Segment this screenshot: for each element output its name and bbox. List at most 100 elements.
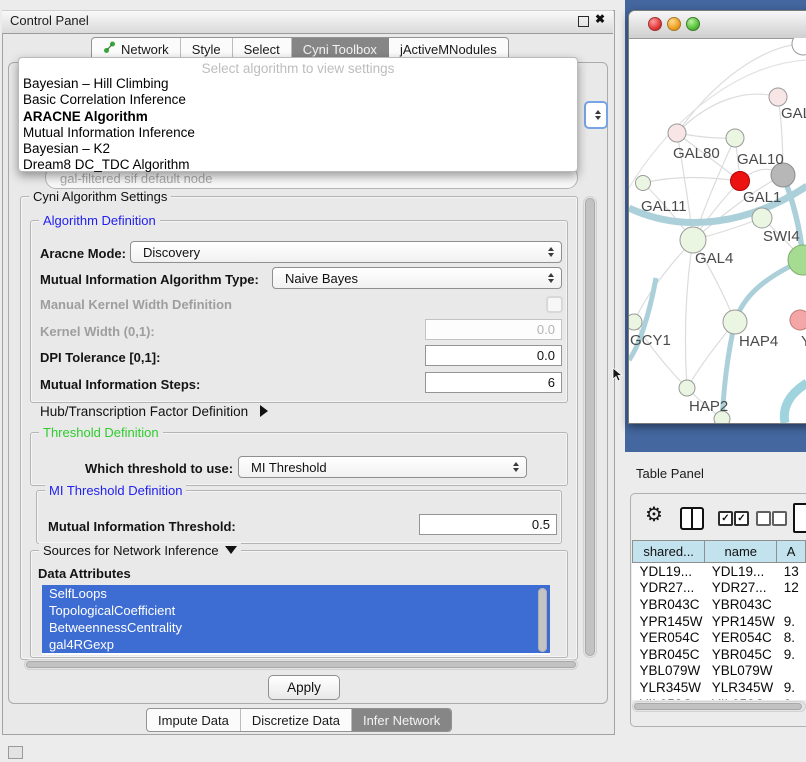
algorithm-combo-fragment[interactable] <box>584 101 608 129</box>
algorithm-option-mutual-information-inference[interactable]: Mutual Information Inference <box>23 125 573 141</box>
table-cell[interactable]: YIL052C <box>633 696 705 700</box>
mi-steps-field[interactable]: 6 <box>425 372 562 393</box>
table-row[interactable]: YLR345WYLR345W9. <box>633 679 806 696</box>
network-node-gal80[interactable] <box>668 124 686 142</box>
algorithm-option-bayesian-hill-climbing[interactable]: Bayesian – Hill Climbing <box>23 76 573 92</box>
mi-algorithm-type-combo[interactable]: Naive Bayes <box>272 267 562 289</box>
settings-horizontal-scrollbar[interactable] <box>24 659 578 670</box>
network-graph-canvas[interactable]: GALGAL80GAL10GAL1GAL11SWI4GAL4GCY1HAP4YH… <box>629 38 806 424</box>
deselect-all-checkbox-icon-2[interactable] <box>772 511 787 526</box>
which-threshold-combo[interactable]: MI Threshold <box>238 456 527 478</box>
table-cell[interactable]: 9. <box>777 679 806 696</box>
algorithm-option-bayesian-k2[interactable]: Bayesian – K2 <box>23 141 573 157</box>
close-window-icon[interactable] <box>648 17 662 31</box>
network-node[interactable] <box>792 38 806 55</box>
deselect-all-checkbox-icon-1[interactable] <box>756 511 771 526</box>
network-edge[interactable] <box>685 240 693 388</box>
table-cell[interactable]: YLR345W <box>633 679 705 696</box>
table-cell[interactable]: YBR045C <box>705 646 777 663</box>
table-horizontal-scrollbar[interactable] <box>632 701 806 712</box>
attribute-item-topologicalcoefficient[interactable]: TopologicalCoefficient <box>42 602 550 619</box>
network-window-titlebar[interactable] <box>629 11 806 39</box>
settings-vertical-scrollbar[interactable] <box>583 196 597 658</box>
minimize-window-icon[interactable] <box>667 17 681 31</box>
aracne-mode-combo[interactable]: Discovery <box>130 241 562 263</box>
kernel-width-field[interactable]: 0.0 <box>425 319 562 340</box>
table-row[interactable]: YIL052CYIL052C9. <box>633 696 806 700</box>
table-row[interactable]: YBR043CYBR043C <box>633 596 806 613</box>
network-node-swi4[interactable] <box>752 208 772 228</box>
attribute-item-gal4rgexp[interactable]: gal4RGexp <box>42 636 550 653</box>
table-cell[interactable]: YER054C <box>633 629 705 646</box>
attributes-list-scrollbar[interactable] <box>538 588 547 652</box>
document-icon[interactable] <box>793 503 806 533</box>
algorithm-option-dream8-dc-tdc-algorithm[interactable]: Dream8 DC_TDC Algorithm <box>23 157 573 173</box>
tab-impute-data[interactable]: Impute Data <box>147 709 241 731</box>
column-header-shared-[interactable]: shared... <box>633 541 705 563</box>
column-header-name[interactable]: name <box>705 541 777 563</box>
table-row[interactable]: YBR045CYBR045C9. <box>633 646 806 663</box>
select-all-checkbox-icon-1[interactable]: ✓ <box>718 511 733 526</box>
table-cell[interactable]: YPR145W <box>705 613 777 630</box>
tab-infer-network[interactable]: Infer Network <box>352 709 451 731</box>
attribute-item-betweennesscentrality[interactable]: BetweennessCentrality <box>42 619 550 636</box>
table-cell[interactable]: YDR27... <box>705 580 777 597</box>
close-icon[interactable]: ✖ <box>595 12 605 26</box>
table-cell[interactable]: YDL19... <box>633 563 705 580</box>
columns-icon[interactable] <box>680 507 704 530</box>
network-node-gal1[interactable] <box>731 172 750 191</box>
network-node-hap4[interactable] <box>723 310 747 334</box>
table-cell[interactable]: YBL079W <box>705 663 777 680</box>
table-cell[interactable]: 9. <box>777 646 806 663</box>
algorithm-option-basic-correlation-inference[interactable]: Basic Correlation Inference <box>23 92 573 108</box>
table-row[interactable]: YDL19...YDL19...13 <box>633 563 806 580</box>
table-cell[interactable] <box>777 663 806 680</box>
table-cell[interactable]: YLR345W <box>705 679 777 696</box>
network-node-y[interactable] <box>790 310 806 330</box>
network-node[interactable] <box>788 245 806 275</box>
table-cell[interactable]: YDR27... <box>633 580 705 597</box>
dpi-tolerance-field[interactable]: 0.0 <box>425 345 562 366</box>
data-attributes-list[interactable]: SelfLoopsTopologicalCoefficientBetweenne… <box>42 585 550 655</box>
float-window-icon[interactable] <box>578 16 589 27</box>
table-cell[interactable]: YBR043C <box>705 596 777 613</box>
table-cell[interactable]: YPR145W <box>633 613 705 630</box>
zoom-window-icon[interactable] <box>686 17 700 31</box>
table-row[interactable]: YPR145WYPR145W9. <box>633 613 806 630</box>
node-table[interactable]: shared...nameA YDL19...YDL19...13YDR27..… <box>632 540 806 700</box>
table-cell[interactable]: 12 <box>777 580 806 597</box>
algorithm-option-aracne-algorithm[interactable]: ARACNE Algorithm <box>23 109 573 125</box>
table-cell[interactable]: 8. <box>777 629 806 646</box>
table-cell[interactable]: YDL19... <box>705 563 777 580</box>
table-row[interactable]: YBL079WYBL079W <box>633 663 806 680</box>
table-row[interactable]: YER054CYER054C8. <box>633 629 806 646</box>
table-cell[interactable]: YIL052C <box>705 696 777 700</box>
table-cell[interactable]: 9. <box>777 613 806 630</box>
table-cell[interactable]: YER054C <box>705 629 777 646</box>
mi-threshold-field[interactable]: 0.5 <box>419 514 557 535</box>
column-header-a[interactable]: A <box>777 541 806 563</box>
network-edge-highlighted[interactable] <box>784 383 806 423</box>
network-edge[interactable] <box>634 240 693 322</box>
network-node-gcy1[interactable] <box>629 314 642 330</box>
minimized-panel-icon[interactable] <box>8 746 23 759</box>
table-cell[interactable]: 13 <box>777 563 806 580</box>
select-all-checkbox-icon-2[interactable]: ✓ <box>734 511 749 526</box>
apply-button[interactable]: Apply <box>268 675 340 700</box>
network-edge[interactable] <box>643 178 740 184</box>
table-cell[interactable]: YBR043C <box>633 596 705 613</box>
table-row[interactable]: YDR27...YDR27...12 <box>633 580 806 597</box>
tab-discretize-data[interactable]: Discretize Data <box>241 709 352 731</box>
table-cell[interactable] <box>777 596 806 613</box>
table-cell[interactable]: YBR045C <box>633 646 705 663</box>
table-cell[interactable]: 9. <box>777 696 806 700</box>
network-node-gal[interactable] <box>769 88 787 106</box>
network-node-gal10[interactable] <box>726 129 744 147</box>
network-node-hap2[interactable] <box>679 380 695 396</box>
table-cell[interactable]: YBL079W <box>633 663 705 680</box>
hub-definition-expander[interactable]: Hub/Transcription Factor Definition <box>40 404 268 419</box>
manual-kernel-width-checkbox[interactable] <box>546 296 563 313</box>
attribute-item-selfloops[interactable]: SelfLoops <box>42 585 550 602</box>
gear-icon[interactable]: ⚙ <box>645 505 663 525</box>
network-node-gal11[interactable] <box>636 176 651 191</box>
